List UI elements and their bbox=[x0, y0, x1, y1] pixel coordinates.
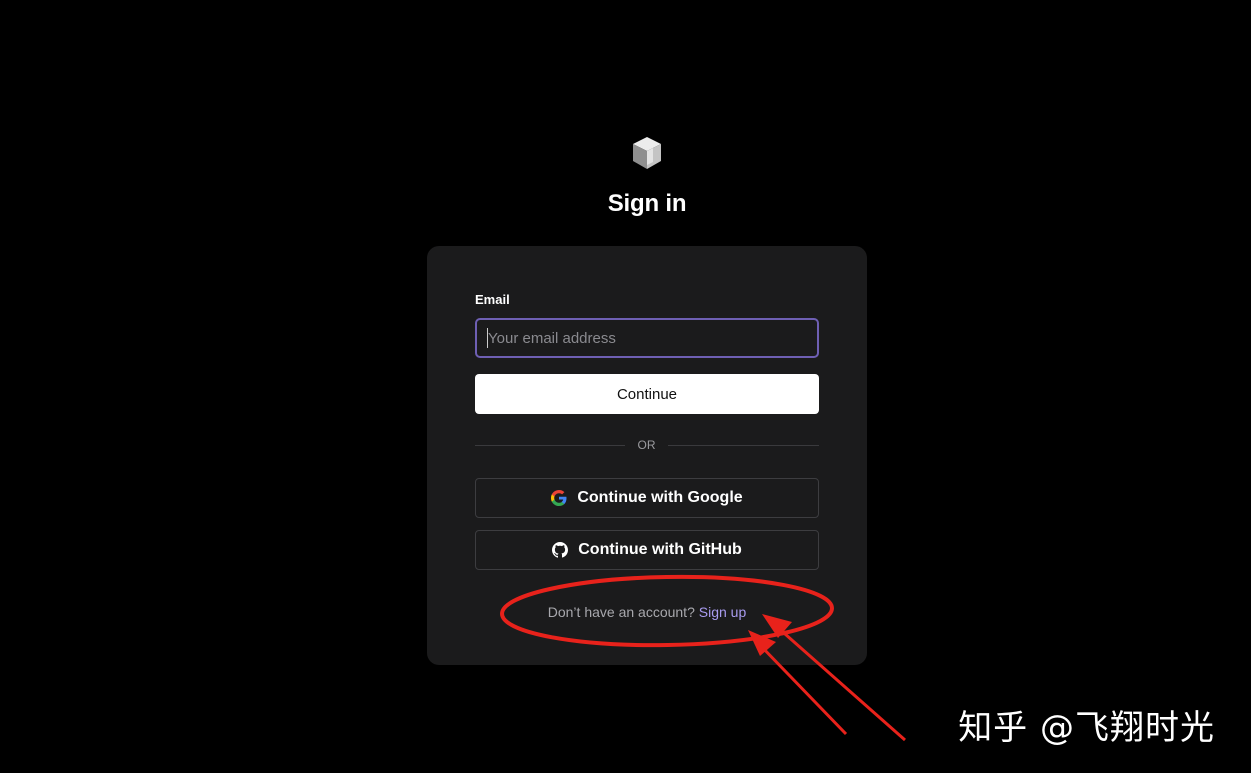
signup-row: Don’t have an account? Sign up bbox=[427, 604, 867, 620]
signup-prompt: Don’t have an account? bbox=[547, 604, 695, 620]
continue-with-google-button[interactable]: Continue with Google bbox=[475, 478, 819, 518]
sign-in-page: Sign in Email Continue OR Continue with … bbox=[0, 0, 1251, 773]
github-button-label: Continue with GitHub bbox=[578, 541, 742, 558]
sign-in-card: Email Continue OR Continue with Google bbox=[427, 246, 867, 665]
watermark-text: 知乎 @飞翔时光 bbox=[958, 708, 1215, 748]
google-icon bbox=[551, 490, 567, 506]
google-button-label: Continue with Google bbox=[577, 489, 743, 506]
divider-text: OR bbox=[637, 438, 656, 452]
or-divider: OR bbox=[475, 438, 819, 452]
divider-line-right bbox=[668, 445, 819, 446]
page-title: Sign in bbox=[607, 190, 687, 217]
continue-button[interactable]: Continue bbox=[475, 374, 819, 414]
text-cursor bbox=[487, 328, 488, 348]
divider-line-left bbox=[475, 445, 625, 446]
email-input[interactable] bbox=[475, 318, 819, 358]
continue-with-github-button[interactable]: Continue with GitHub bbox=[475, 530, 819, 570]
cube-logo-icon bbox=[631, 135, 663, 171]
github-icon bbox=[552, 542, 569, 558]
email-label: Email bbox=[475, 292, 510, 307]
sign-up-link[interactable]: Sign up bbox=[699, 604, 746, 620]
